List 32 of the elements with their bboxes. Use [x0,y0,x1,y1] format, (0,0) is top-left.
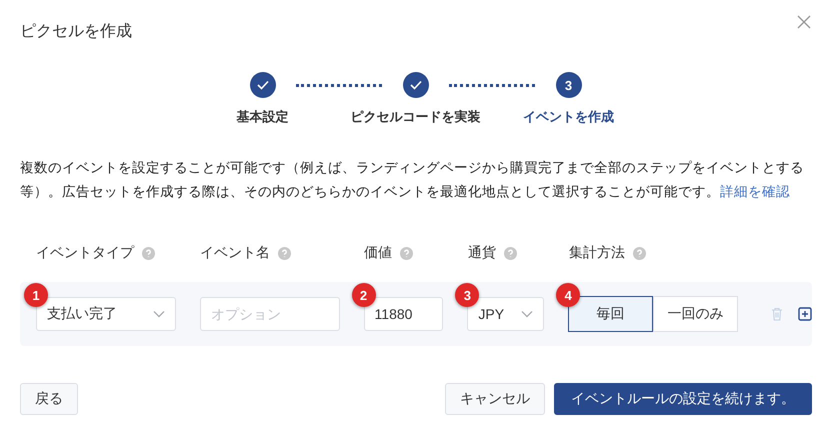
column-header: 価値 [364,244,392,262]
column-header: イベントタイプ [36,244,134,262]
help-icon[interactable] [633,246,646,260]
toggle-option[interactable]: 一回のみ [653,296,738,332]
trash-icon[interactable] [770,307,784,321]
number-badge: 4 [556,283,580,307]
chevron-down-icon [521,310,534,318]
add-icon[interactable] [798,307,812,321]
description-text: 複数のイベントを設定することが可能です（例えば、ランディングページから購買完了まで全部のステップをイベントとする等）。広告セットを作成する際は、その内のどちらかのイベントを最適化地点として選択することが可能です。詳細を確認 [20,159,805,201]
input-field[interactable]: オプション [200,297,340,331]
number-badge: 1 [24,283,48,307]
input-field[interactable]: 11880 [364,297,444,331]
details-link[interactable]: 詳細を確認 [720,184,790,199]
step-label: 基本設定 [236,108,288,126]
column-header: 通貨 [468,244,496,262]
chevron-down-icon [152,310,165,318]
number-badge: 2 [352,283,376,307]
step-number: 3 [556,72,582,98]
back-button[interactable]: 戻る [20,383,78,415]
help-icon[interactable] [142,246,155,260]
number-badge: 3 [455,283,480,307]
help-icon[interactable] [504,246,517,260]
dialog-title: ピクセルを作成 [20,22,132,42]
column-header: イベント名 [200,244,270,262]
continue-button[interactable]: イベントルールの設定を続けます。 [554,383,812,415]
cancel-button[interactable]: キャンセル [445,383,545,415]
step-label: ピクセルコードを実装 [350,108,480,126]
column-header: 集計方法 [569,244,625,262]
help-icon[interactable] [400,246,413,260]
help-icon[interactable] [278,246,291,260]
close-icon[interactable] [797,15,811,29]
step-label: イベントを作成 [523,108,614,126]
